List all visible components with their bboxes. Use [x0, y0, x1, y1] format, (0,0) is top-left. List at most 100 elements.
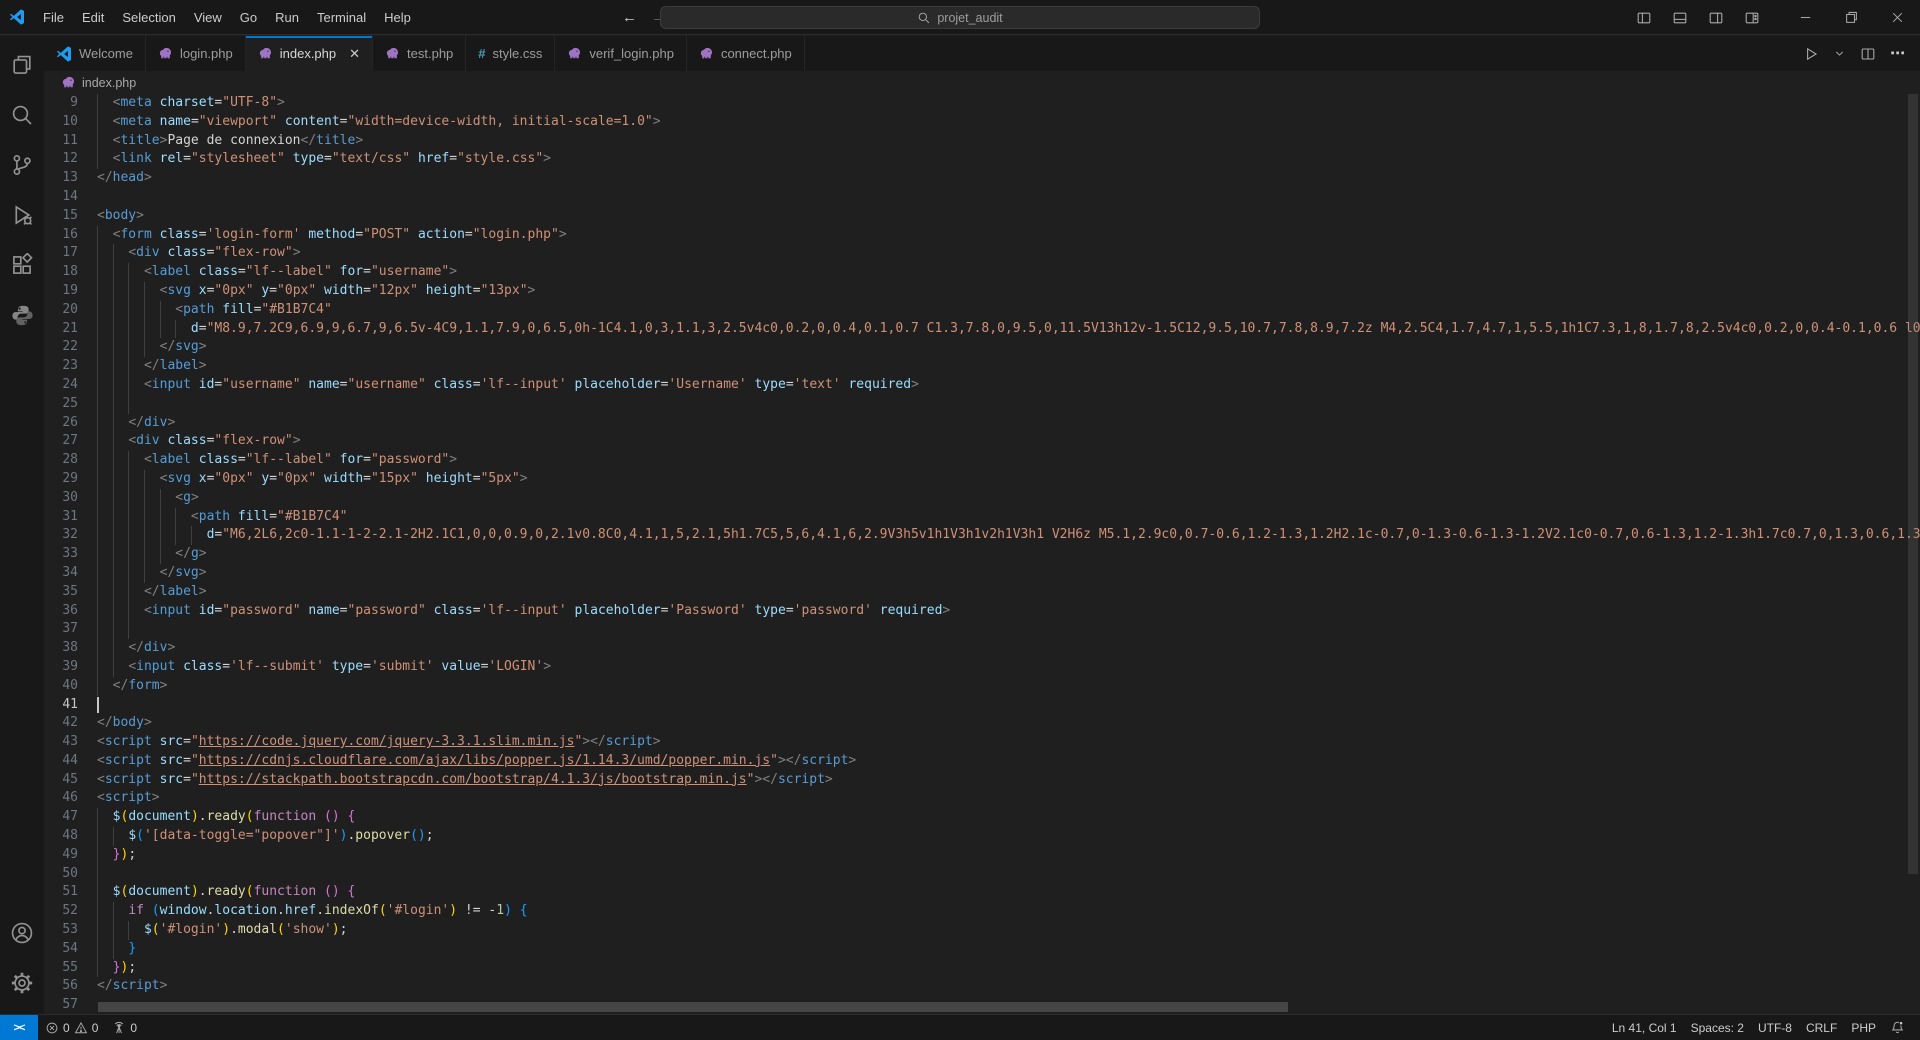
code-line-11[interactable]: 11 <title>Page de connexion</title> — [44, 132, 1920, 151]
tab-test.php[interactable]: test.php — [373, 36, 466, 71]
code-line-49[interactable]: 49 }); — [44, 846, 1920, 865]
code-line-9[interactable]: 9 <meta charset="UTF-8"> — [44, 94, 1920, 113]
code-line-12[interactable]: 12 <link rel="stylesheet" type="text/css… — [44, 150, 1920, 169]
code-line-27[interactable]: 27 <div class="flex-row"> — [44, 432, 1920, 451]
layout-panel-button[interactable] — [1667, 5, 1693, 31]
run-button[interactable] — [1803, 46, 1819, 62]
menu-item-help[interactable]: Help — [375, 6, 420, 29]
tab-index.php[interactable]: index.php✕ — [246, 36, 373, 71]
activity-source-control[interactable] — [0, 140, 44, 190]
code-line-56[interactable]: 56</script> — [44, 977, 1920, 996]
code-line-29[interactable]: 29 <svg x="0px" y="0px" width="15px" hei… — [44, 470, 1920, 489]
code-line-46[interactable]: 46<script> — [44, 789, 1920, 808]
more-actions-button[interactable]: ⋯ — [1890, 46, 1906, 61]
layout-sidebar-right-button[interactable] — [1703, 5, 1729, 31]
code-line-53[interactable]: 53 $('#login').modal('show'); — [44, 921, 1920, 940]
tab-connect.php[interactable]: connect.php — [687, 36, 805, 71]
tab-login.php[interactable]: login.php — [146, 36, 246, 71]
command-center-search[interactable]: projet_audit — [660, 6, 1260, 29]
menu-item-terminal[interactable]: Terminal — [308, 6, 375, 29]
menu-item-selection[interactable]: Selection — [113, 6, 184, 29]
notifications-bell[interactable] — [1883, 1015, 1912, 1040]
code-line-13[interactable]: 13</head> — [44, 169, 1920, 188]
code-line-40[interactable]: 40 </form> — [44, 677, 1920, 696]
code-line-23[interactable]: 23 </label> — [44, 357, 1920, 376]
code-line-17[interactable]: 17 <div class="flex-row"> — [44, 244, 1920, 263]
menu-item-view[interactable]: View — [185, 6, 231, 29]
menu-item-run[interactable]: Run — [266, 6, 308, 29]
indent-guide — [97, 827, 98, 846]
code-line-51[interactable]: 51 $(document).ready(function () { — [44, 883, 1920, 902]
code-line-50[interactable]: 50 — [44, 865, 1920, 884]
activity-python[interactable] — [0, 290, 44, 340]
code-line-31[interactable]: 31 <path fill="#B1B7C4" — [44, 508, 1920, 527]
indentation-status[interactable]: Spaces: 2 — [1684, 1015, 1751, 1040]
code-line-15[interactable]: 15<body> — [44, 207, 1920, 226]
code-line-37[interactable]: 37 — [44, 620, 1920, 639]
chevron-down-button[interactable] — [1833, 47, 1846, 60]
activity-search[interactable] — [0, 90, 44, 140]
tab-style.css[interactable]: #style.css — [466, 36, 555, 71]
minimize-button[interactable] — [1782, 0, 1828, 35]
menu-item-file[interactable]: File — [34, 6, 73, 29]
menu-item-edit[interactable]: Edit — [73, 6, 113, 29]
tab-verif_login.php[interactable]: verif_login.php — [555, 36, 687, 71]
code-line-21[interactable]: 21 d="M8.9,7.2C9,6.9,9,6.7,9,6.5v-4C9,1.… — [44, 320, 1920, 339]
code-line-39[interactable]: 39 <input class='lf--submit' type='submi… — [44, 658, 1920, 677]
code-line-52[interactable]: 52 if (window.location.href.indexOf('#lo… — [44, 902, 1920, 921]
tab-close-icon[interactable]: ✕ — [349, 47, 360, 60]
activity-extensions[interactable] — [0, 240, 44, 290]
code-line-54[interactable]: 54 } — [44, 940, 1920, 959]
code-line-18[interactable]: 18 <label class="lf--label" for="usernam… — [44, 263, 1920, 282]
code-line-32[interactable]: 32 d="M6,2L6,2c0-1.1-1-2-2.1-2H2.1C1,0,0… — [44, 526, 1920, 545]
code-line-19[interactable]: 19 <svg x="0px" y="0px" width="12px" hei… — [44, 282, 1920, 301]
layout-customize-button[interactable] — [1739, 5, 1765, 31]
code-line-14[interactable]: 14 — [44, 188, 1920, 207]
tab-welcome[interactable]: Welcome — [44, 36, 146, 71]
code-line-36[interactable]: 36 <input id="password" name="password" … — [44, 602, 1920, 621]
code-line-55[interactable]: 55 }); — [44, 959, 1920, 978]
layout-sidebar-left-button[interactable] — [1631, 5, 1657, 31]
code-line-35[interactable]: 35 </label> — [44, 583, 1920, 602]
code-line-43[interactable]: 43<script src="https://code.jquery.com/j… — [44, 733, 1920, 752]
remote-indicator[interactable]: >< — [0, 1015, 38, 1040]
menu-item-go[interactable]: Go — [231, 6, 266, 29]
activity-account[interactable] — [0, 908, 44, 958]
code-line-28[interactable]: 28 <label class="lf--label" for="passwor… — [44, 451, 1920, 470]
vertical-scrollbar[interactable] — [1908, 94, 1918, 874]
code-line-25[interactable]: 25 — [44, 395, 1920, 414]
ports-status[interactable]: 0 — [105, 1015, 144, 1040]
cursor-position-status[interactable]: Ln 41, Col 1 — [1605, 1015, 1684, 1040]
activity-settings[interactable] — [0, 958, 44, 1008]
code-line-20[interactable]: 20 <path fill="#B1B7C4" — [44, 301, 1920, 320]
language-mode-status[interactable]: PHP — [1844, 1015, 1883, 1040]
activity-debug[interactable] — [0, 190, 44, 240]
restore-button[interactable] — [1828, 0, 1874, 35]
code-line-47[interactable]: 47 $(document).ready(function () { — [44, 808, 1920, 827]
eol-status[interactable]: CRLF — [1799, 1015, 1844, 1040]
code-line-44[interactable]: 44<script src="https://cdnjs.cloudflare.… — [44, 752, 1920, 771]
code-line-38[interactable]: 38 </div> — [44, 639, 1920, 658]
code-line-45[interactable]: 45<script src="https://stackpath.bootstr… — [44, 771, 1920, 790]
code-line-10[interactable]: 10 <meta name="viewport" content="width=… — [44, 113, 1920, 132]
code-line-16[interactable]: 16 <form class='login-form' method="POST… — [44, 226, 1920, 245]
activity-files[interactable] — [0, 40, 44, 90]
code-line-30[interactable]: 30 <g> — [44, 489, 1920, 508]
close-button[interactable] — [1874, 0, 1920, 35]
code-line-48[interactable]: 48 $('[data-toggle="popover"]').popover(… — [44, 827, 1920, 846]
code-line-41[interactable]: 41 — [44, 696, 1920, 715]
split-editor-button[interactable] — [1860, 46, 1876, 62]
horizontal-scrollbar[interactable] — [98, 1002, 1288, 1012]
code-line-22[interactable]: 22 </svg> — [44, 338, 1920, 357]
code-line-33[interactable]: 33 </g> — [44, 545, 1920, 564]
breadcrumb[interactable]: index.php — [44, 71, 1920, 94]
code-line-26[interactable]: 26 </div> — [44, 414, 1920, 433]
code-editor[interactable]: 9 <meta charset="UTF-8">10 <meta name="v… — [44, 94, 1920, 1014]
code-line-42[interactable]: 42</body> — [44, 714, 1920, 733]
code-line-34[interactable]: 34 </svg> — [44, 564, 1920, 583]
encoding-status[interactable]: UTF-8 — [1751, 1015, 1799, 1040]
problems-status[interactable]: 0 0 — [38, 1015, 105, 1040]
code-line-24[interactable]: 24 <input id="username" name="username" … — [44, 376, 1920, 395]
line-number: 39 — [44, 658, 78, 677]
back-arrow-icon[interactable]: ← — [622, 9, 637, 26]
